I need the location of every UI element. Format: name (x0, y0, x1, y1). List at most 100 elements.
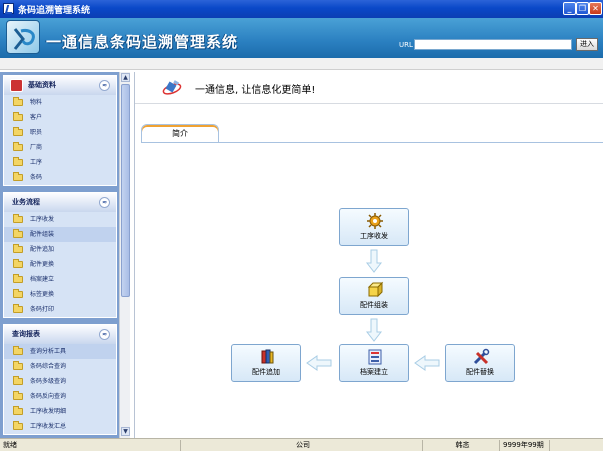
sidebar-item-label: 工序 (30, 159, 43, 166)
flow-node-label: 档案建立 (360, 368, 388, 376)
flow-node-part-replace[interactable]: 配件替换 (445, 344, 515, 382)
status-ready: 就绪 (3, 441, 17, 449)
flow-node-label: 工序收发 (360, 232, 388, 240)
header-banner: 一通信息条码追溯管理系统 URL 进入 (0, 18, 603, 58)
flow-node-label: 配件替换 (466, 368, 494, 376)
sidebar-item-part-assembly[interactable]: 配件组装 (4, 227, 116, 242)
basic-data-icon (10, 79, 23, 92)
sidebar-item-customer[interactable]: 客户 (4, 110, 116, 125)
title-bar: 条码追溯管理系统 _ ❐ ✕ (0, 0, 603, 18)
sidebar-item-material[interactable]: 物料 (4, 95, 116, 110)
sidebar-scrollbar[interactable]: ▲ ▼ (119, 72, 130, 438)
status-period: 9999年99期 (499, 440, 549, 451)
sidebar-item-vendor[interactable]: 厂商 (4, 140, 116, 155)
company-logo-icon (6, 20, 40, 54)
sidebar-item-label: 条码打印 (30, 306, 55, 313)
status-bar: 就绪 公司 韩忞 9999年99期 (0, 438, 603, 451)
folder-icon (13, 142, 23, 151)
folder-icon (13, 289, 23, 298)
panel-title: 基础资料 (28, 81, 56, 89)
flow-node-part-add[interactable]: 配件追加 (231, 344, 301, 382)
sidebar: 基础资料 ≈ 物料 客户 职员 厂商 工序 条码 业务流程 ≈ 工序收发 配件组… (0, 72, 130, 438)
sidebar-item-multilevel-query[interactable]: 条码多级查询 (4, 374, 116, 389)
sidebar-item-label: 标签更换 (30, 291, 55, 298)
sidebar-item-part-add[interactable]: 配件追加 (4, 242, 116, 257)
collapse-icon[interactable]: ≈ (99, 80, 110, 91)
collapse-icon[interactable]: ≈ (99, 197, 110, 208)
close-button[interactable]: ✕ (589, 2, 602, 15)
panel-header-basic-data[interactable]: 基础资料 ≈ (4, 76, 116, 95)
folder-icon (13, 157, 23, 166)
tab-introduction[interactable]: 简介 (141, 124, 219, 143)
sidebar-item-archive-create[interactable]: 档案建立 (4, 272, 116, 287)
sidebar-item-reverse-query[interactable]: 条码反向查询 (4, 389, 116, 404)
window-title: 条码追溯管理系统 (18, 6, 91, 16)
folder-icon (13, 259, 23, 268)
sidebar-item-label: 工序收发 (30, 216, 55, 223)
folder-icon (13, 97, 23, 106)
toolbar-strip (0, 58, 603, 70)
sidebar-item-label: 条码反向查询 (30, 393, 67, 400)
scroll-down-icon[interactable]: ▼ (121, 427, 130, 436)
folder-icon (13, 361, 23, 370)
sidebar-item-label: 职员 (30, 129, 43, 136)
sidebar-item-barcode-print[interactable]: 条码打印 (4, 302, 116, 317)
folder-icon (13, 346, 23, 355)
sidebar-item-label: 工序收发汇总 (30, 423, 67, 430)
tools-icon (473, 348, 490, 365)
folder-icon (13, 214, 23, 223)
scroll-up-icon[interactable]: ▲ (121, 73, 130, 82)
arrow-left-icon (414, 355, 440, 371)
satellite-icon (162, 80, 182, 95)
sidebar-item-barcode-query[interactable]: 条码综合查询 (4, 359, 116, 374)
gear-icon (367, 213, 383, 229)
sidebar-item-label-change[interactable]: 标签更换 (4, 287, 116, 302)
panel-basic-data: 基础资料 ≈ 物料 客户 职员 厂商 工序 条码 (3, 75, 117, 186)
sidebar-item-query-tool[interactable]: 查询分析工具 (4, 344, 116, 359)
list-icon (368, 349, 382, 365)
folder-icon (13, 391, 23, 400)
sidebar-item-transfer-summary[interactable]: 工序收发汇总 (4, 419, 116, 434)
flow-node-archive-create[interactable]: 档案建立 (339, 344, 409, 382)
enter-button[interactable]: 进入 (576, 38, 598, 51)
sidebar-item-process-transfer[interactable]: 工序收发 (4, 212, 116, 227)
minimize-button[interactable]: _ (563, 2, 576, 15)
sidebar-item-employee[interactable]: 职员 (4, 125, 116, 140)
flow-node-label: 配件追加 (252, 368, 280, 376)
flow-node-label: 配件组装 (360, 301, 388, 309)
books-icon (261, 349, 274, 364)
folder-icon (13, 304, 23, 313)
sidebar-item-barcode[interactable]: 条码 (4, 170, 116, 185)
panel-business-flow: 业务流程 ≈ 工序收发 配件组装 配件追加 配件更换 档案建立 标签更换 条码打… (3, 192, 117, 318)
folder-icon (13, 421, 23, 430)
scroll-thumb[interactable] (121, 84, 130, 297)
sidebar-item-label: 厂商 (30, 144, 43, 151)
folder-icon (13, 274, 23, 283)
sidebar-item-label: 配件更换 (30, 261, 55, 268)
sidebar-item-process[interactable]: 工序 (4, 155, 116, 170)
restore-button[interactable]: ❐ (576, 2, 589, 15)
sidebar-item-label: 条码多级查询 (30, 378, 67, 385)
collapse-icon[interactable]: ≈ (99, 329, 110, 340)
main-content: 一通信息, 让信息化更简单! 简介 工序收发 配件组装 档案建立 配件追加 配件… (134, 72, 603, 438)
sidebar-item-part-change[interactable]: 配件更换 (4, 257, 116, 272)
folder-icon (13, 244, 23, 253)
app-icon (3, 3, 14, 14)
panel-header-business-flow[interactable]: 业务流程 ≈ (4, 193, 116, 212)
slogan-text: 一通信息, 让信息化更简单! (195, 85, 316, 96)
folder-icon (13, 376, 23, 385)
sidebar-item-label: 客户 (30, 114, 43, 121)
sidebar-item-label: 工序收发明细 (30, 408, 67, 415)
sidebar-item-label: 档案建立 (30, 276, 55, 283)
system-title: 一通信息条码追溯管理系统 (46, 33, 239, 51)
folder-icon (13, 172, 23, 181)
panel-header-query-reports[interactable]: 查询报表 ≈ (4, 325, 116, 344)
status-user: 韩忞 (422, 440, 499, 451)
flow-node-part-assembly[interactable]: 配件组装 (339, 277, 409, 315)
flow-node-process-transfer[interactable]: 工序收发 (339, 208, 409, 246)
sidebar-item-label: 查询分析工具 (30, 348, 67, 355)
main-header: 一通信息, 让信息化更简单! (135, 72, 603, 104)
url-input[interactable] (414, 39, 572, 50)
sidebar-item-transfer-detail[interactable]: 工序收发明细 (4, 404, 116, 419)
panel-query-reports: 查询报表 ≈ 查询分析工具 条码综合查询 条码多级查询 条码反向查询 工序收发明… (3, 324, 117, 435)
